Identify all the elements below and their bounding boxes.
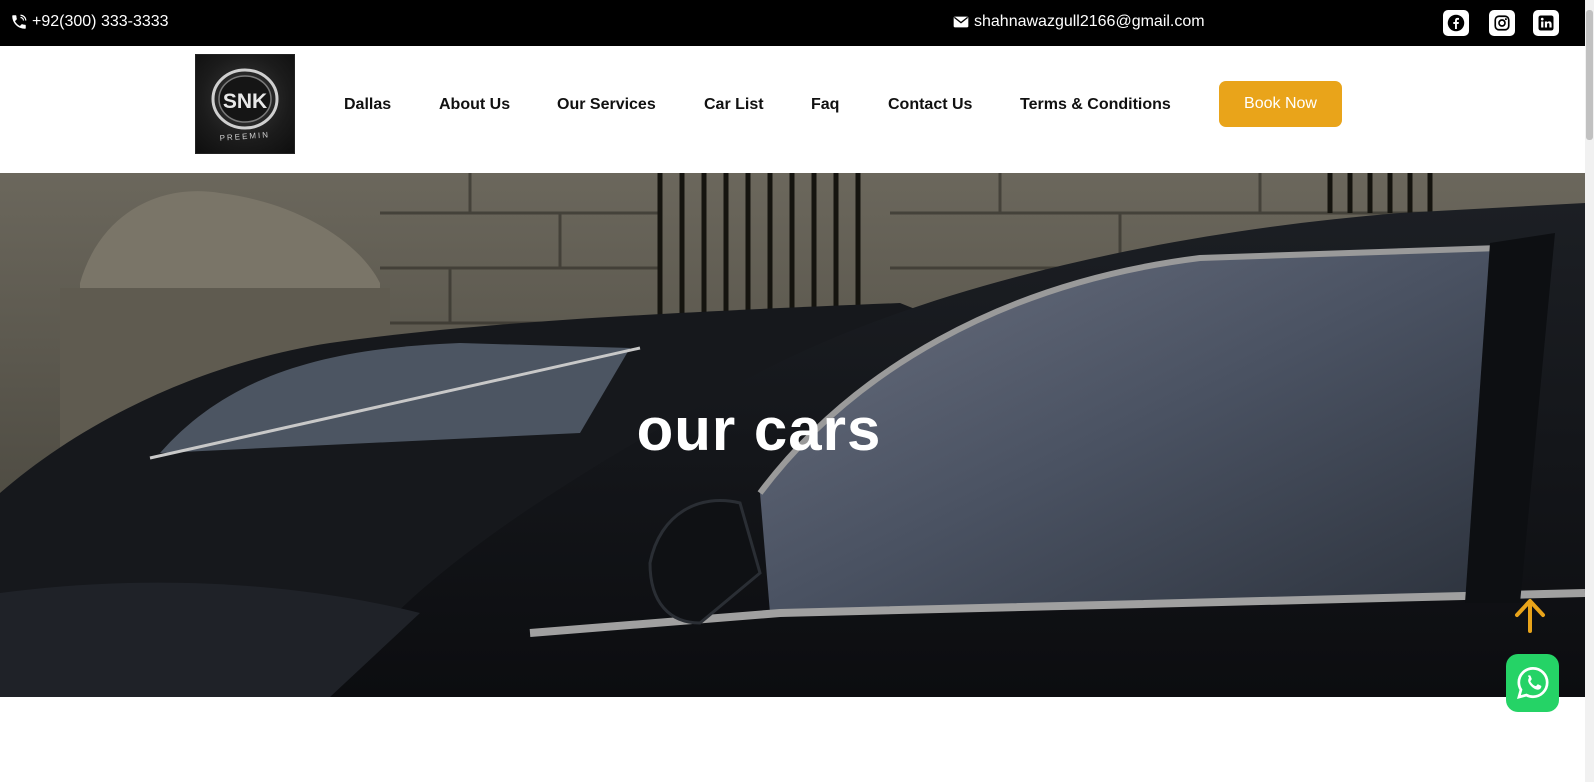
phone-number: +92(300) 333-3333	[32, 13, 169, 30]
email-address: shahnawazgull2166@gmail.com	[974, 13, 1205, 30]
svg-text:SNK: SNK	[223, 90, 267, 113]
logo-emblem: SNK PREEMIN	[211, 68, 279, 143]
top-bar: +92(300) 333-3333 shahnawazgull2166@gmai…	[0, 0, 1585, 46]
hero-title: our cars	[636, 396, 882, 463]
instagram-link[interactable]	[1489, 10, 1515, 36]
nav-item-faq[interactable]: Faq	[811, 96, 839, 114]
nav-item-about-us[interactable]: About Us	[439, 96, 510, 114]
instagram-icon	[1494, 15, 1510, 31]
linkedin-icon	[1538, 15, 1554, 31]
nav-item-contact-us[interactable]: Contact Us	[888, 96, 972, 114]
whatsapp-button[interactable]	[1506, 654, 1559, 712]
whatsapp-icon	[1516, 667, 1549, 699]
phone-icon	[12, 14, 27, 29]
page-scrollbar[interactable]	[1585, 0, 1594, 782]
phone-contact[interactable]: +92(300) 333-3333	[10, 13, 169, 31]
svg-text:PREEMIN: PREEMIN	[219, 130, 270, 142]
nav-item-our-services[interactable]: Our Services	[557, 96, 656, 114]
main-nav: SNK PREEMIN Dallas About Us Our Services…	[0, 46, 1585, 173]
hero-banner: our cars	[0, 173, 1585, 697]
nav-item-car-list[interactable]: Car List	[704, 96, 764, 114]
linkedin-link[interactable]	[1533, 10, 1559, 36]
envelope-icon	[953, 16, 969, 28]
snk-logo[interactable]: SNK PREEMIN	[195, 54, 295, 154]
nav-item-dallas[interactable]: Dallas	[344, 96, 391, 114]
nav-item-terms-conditions[interactable]: Terms & Conditions	[1020, 96, 1171, 114]
facebook-icon	[1447, 14, 1465, 32]
book-now-button[interactable]: Book Now	[1219, 81, 1342, 127]
email-contact[interactable]: shahnawazgull2166@gmail.com	[953, 13, 1205, 31]
scrollbar-thumb[interactable]	[1586, 10, 1593, 140]
facebook-link[interactable]	[1443, 10, 1469, 36]
scroll-to-top-arrow-icon[interactable]	[1513, 597, 1547, 633]
